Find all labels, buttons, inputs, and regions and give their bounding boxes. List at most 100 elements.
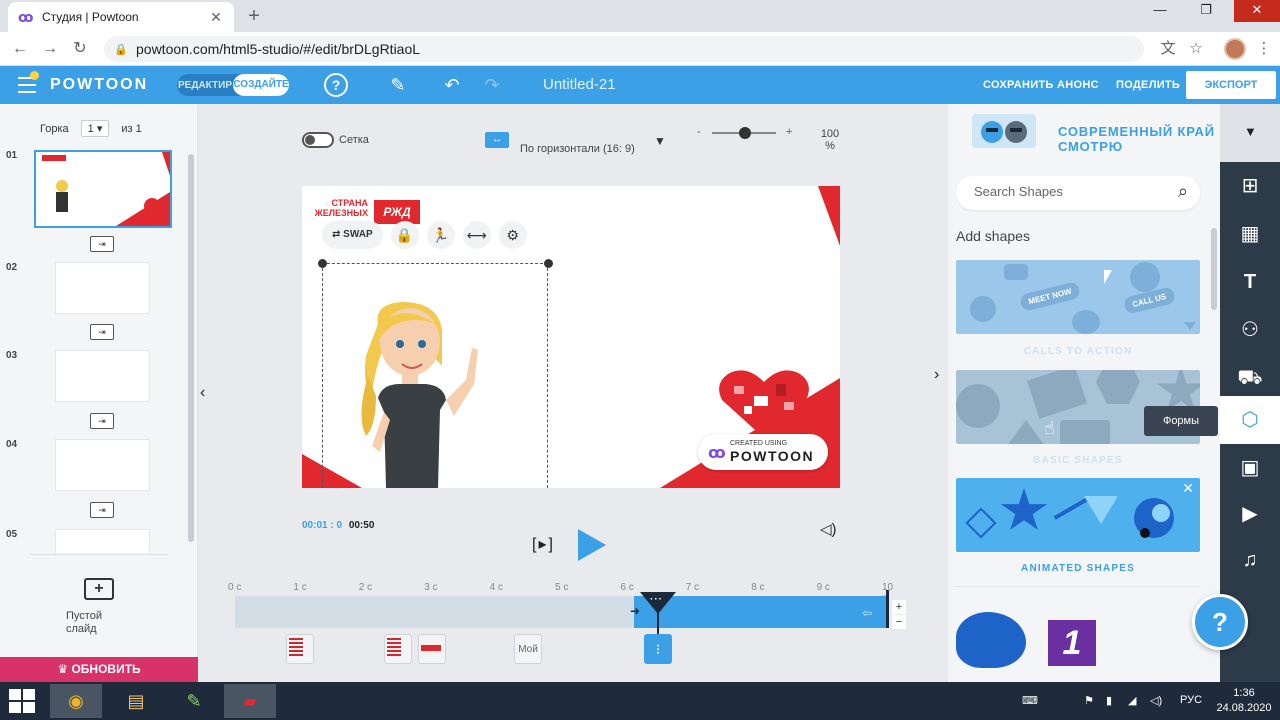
flip-icon[interactable]: ⟷ [462, 221, 491, 249]
timeline-object-rzd[interactable] [286, 634, 314, 664]
reload-icon[interactable]: ↻ [68, 37, 92, 61]
notes-icon[interactable]: ✎ [386, 74, 410, 98]
translate-icon[interactable]: 文 [1156, 37, 1180, 61]
search-icon[interactable]: ⌕ [1178, 181, 1188, 202]
slide-stage[interactable]: СТРАНА ЖЕЛЕЗНЫХ РЖД ⇄ SWAP 🔒 🏃 ⟷ ⚙ ꝏ CRE… [302, 186, 840, 488]
app-taskbar-icon[interactable]: ▰ [224, 684, 276, 718]
settings-gear-icon[interactable]: ⚙ [498, 221, 527, 249]
blob-shape-thumbnail[interactable] [956, 612, 1026, 668]
search-shapes-box[interactable]: ⌕ [956, 176, 1200, 210]
text-icon[interactable]: T [1220, 258, 1280, 306]
help-chat-button[interactable]: ? [1192, 594, 1248, 650]
slides-scrollbar[interactable] [188, 154, 194, 542]
volume-tray-icon[interactable]: ◁) [1150, 694, 1162, 707]
mode-switch[interactable]: РЕДАКТИР СОЗДАЙТЕ [177, 74, 289, 96]
close-tab-icon[interactable]: ✕ [208, 9, 224, 26]
close-window-icon[interactable]: ✕ [1234, 0, 1280, 22]
shapes-icon[interactable]: ⬡ [1220, 396, 1280, 444]
timeline-back-arrow-icon[interactable]: ⇦ [862, 606, 872, 620]
slide-thumbnail-5[interactable] [55, 529, 150, 553]
library-scrollbar[interactable] [1211, 228, 1217, 310]
play-icon[interactable] [578, 529, 606, 561]
zoom-in-icon[interactable]: + [786, 126, 792, 138]
battery-icon[interactable]: ▮ [1106, 694, 1112, 707]
animation-icon[interactable]: 🏃 [426, 221, 455, 249]
coreldraw-taskbar-icon[interactable]: ✎ [168, 684, 220, 718]
swap-button[interactable]: ⇄ SWAP [322, 221, 383, 249]
timeline-zoom-in-icon[interactable]: + [892, 600, 906, 614]
back-icon[interactable]: ← [8, 37, 32, 61]
props-icon[interactable]: ⛟ [1220, 354, 1280, 402]
share-button[interactable]: ПОДЕЛИТЬ [1116, 79, 1180, 91]
style-dropdown-icon[interactable]: ▼ [1244, 124, 1257, 139]
playhead-grip-icon[interactable]: ··· [650, 594, 663, 605]
undo-icon[interactable]: ↶ [440, 74, 464, 98]
bookmark-star-icon[interactable]: ☆ [1184, 37, 1208, 61]
maximize-window-icon[interactable]: ❐ [1186, 0, 1226, 22]
style-thumbnail[interactable] [972, 114, 1036, 148]
play-scene-icon[interactable]: [▸] [532, 534, 555, 554]
timeline-object-rzd[interactable] [384, 634, 412, 664]
address-bar[interactable]: 🔒 powtoon.com/html5-studio/#/edit/brDLgR… [104, 36, 1144, 62]
network-icon[interactable]: ◢ [1128, 694, 1136, 707]
music-icon[interactable]: ♫ [1220, 536, 1280, 584]
background-icon[interactable]: ▦ [1220, 210, 1280, 258]
video-icon[interactable]: ▶ [1220, 490, 1280, 538]
timeline-track[interactable] [235, 590, 889, 628]
slide-thumbnail-2[interactable] [55, 262, 150, 314]
collapse-left-icon[interactable]: ‹ [200, 384, 205, 402]
transition-icon[interactable]: ⇥ [90, 324, 114, 340]
slide-select[interactable]: 1 ▾ [80, 120, 110, 137]
timeline-object-text[interactable]: Мой [514, 634, 542, 664]
mode-edit[interactable]: РЕДАКТИР [177, 80, 233, 91]
forward-icon[interactable]: → [38, 37, 62, 61]
slide-thumbnail-4[interactable] [55, 439, 150, 491]
calls-to-action-card[interactable]: MEET NOW CALL US [956, 260, 1200, 334]
explorer-taskbar-icon[interactable]: ▤ [110, 684, 162, 718]
animated-shapes-card[interactable]: ✕ [956, 478, 1200, 552]
number-one-shape-thumbnail[interactable]: 1 [1048, 620, 1096, 666]
character-illustration[interactable] [342, 296, 482, 488]
aspect-ratio-dropdown-icon[interactable]: ▼ [654, 134, 666, 148]
transition-icon[interactable]: ⇥ [90, 413, 114, 429]
new-tab-icon[interactable]: + [244, 6, 264, 26]
chrome-taskbar-icon[interactable]: ◉ [50, 684, 102, 718]
characters-icon[interactable]: ⚇ [1220, 306, 1280, 354]
profile-avatar[interactable] [1224, 38, 1246, 60]
timeline-end-marker[interactable] [886, 590, 889, 628]
minimize-window-icon[interactable]: — [1140, 0, 1180, 22]
timeline-object-shape[interactable] [418, 634, 446, 664]
help-icon[interactable]: ? [324, 73, 348, 97]
mode-create[interactable]: СОЗДАЙТЕ [233, 74, 289, 96]
export-button[interactable]: ЭКСПОРТ [1186, 71, 1276, 99]
resize-handle[interactable] [544, 259, 553, 268]
slide-thumbnail-1[interactable] [34, 150, 172, 228]
browser-menu-icon[interactable]: ⋮ [1252, 37, 1276, 61]
grid-toggle[interactable] [302, 132, 334, 148]
add-blank-slide-label[interactable]: Пустой слайд [66, 610, 126, 636]
volume-icon[interactable]: ◁) [820, 520, 837, 538]
windows-start-icon[interactable] [8, 688, 36, 714]
style-name[interactable]: СОВРЕМЕННЫЙ КРАЙ СМОТРЮ [1058, 124, 1248, 154]
zoom-out-icon[interactable]: - [697, 126, 701, 138]
zoom-slider-handle[interactable] [739, 127, 751, 139]
collapse-right-icon[interactable]: › [934, 366, 939, 384]
aspect-ratio-icon[interactable]: ↔ [485, 132, 509, 148]
transition-icon[interactable]: ⇥ [90, 236, 114, 252]
transition-icon[interactable]: ⇥ [90, 502, 114, 518]
redo-icon[interactable]: ↷ [480, 74, 504, 98]
add-blank-slide-icon[interactable]: + [84, 578, 114, 600]
close-icon[interactable]: ✕ [1182, 480, 1194, 497]
search-shapes-input[interactable] [974, 184, 1154, 199]
browser-tab[interactable]: ꝏ Студия | Powtoon ✕ [8, 2, 234, 32]
document-name[interactable]: Untitled-21 [543, 76, 616, 93]
language-indicator[interactable]: РУС [1180, 694, 1202, 706]
aspect-ratio-label[interactable]: По горизонтали (16: 9) [520, 134, 640, 165]
save-preview-button[interactable]: СОХРАНИТЬ АНОНС [983, 79, 1099, 91]
keyboard-icon[interactable]: ⌨ [1022, 694, 1038, 707]
timeline-zoom-out-icon[interactable]: − [892, 615, 906, 629]
layout-icon[interactable]: ⊞ [1220, 162, 1280, 210]
resize-handle[interactable] [318, 259, 327, 268]
system-clock[interactable]: 1:36 24.08.2020 [1214, 686, 1274, 716]
flag-icon[interactable]: ⚑ [1084, 694, 1094, 707]
